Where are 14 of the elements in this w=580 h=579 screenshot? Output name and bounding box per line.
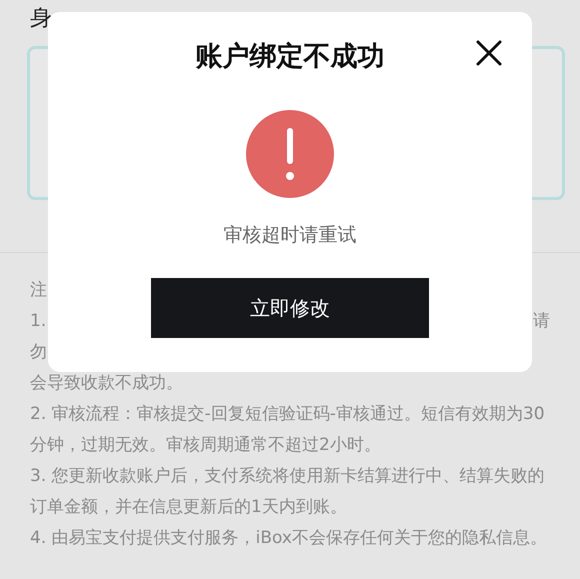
note-text: 4. 由易宝支付提供支付服务，iBox不会保存任何关于您的隐私信息。	[30, 527, 548, 550]
note-text: 1.	[30, 310, 46, 333]
note-text: 请	[533, 310, 550, 333]
dialog-message: 审核超时请重试	[224, 223, 356, 248]
dialog-title: 账户绑定不成功	[196, 40, 384, 74]
note-text: 2. 审核流程：审核提交-回复短信验证码-审核通过。短信有效期为30分钟，过期无效。审核周期通常不超过2小时。	[30, 403, 546, 457]
note-text: 会导致收款不成功。	[30, 372, 184, 395]
section-heading: 身	[30, 5, 53, 33]
close-icon[interactable]	[476, 40, 502, 66]
modify-button[interactable]: 立即修改	[151, 278, 429, 338]
note-text: 注	[30, 279, 48, 302]
note-text: 3. 您更新收款账户后，支付系统将使用新卡结算进行中、结算失败的订单金额，并在信息更新后的1天内到账。	[30, 465, 546, 519]
note-text: 勿	[30, 341, 48, 364]
exclamation-icon	[246, 110, 334, 198]
